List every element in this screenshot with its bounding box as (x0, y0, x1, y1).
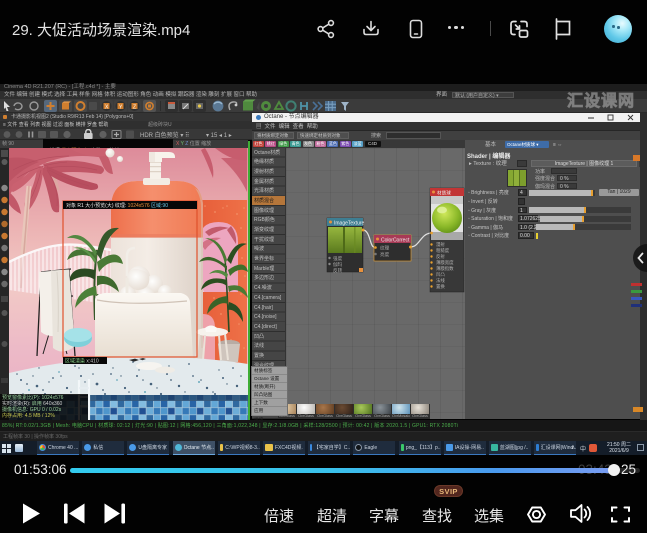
svg-text:对象 R1 大小预览(大) 纹理: 1024x576 区域:: 对象 R1 大小预览(大) 纹理: 1024x576 区域:90 (66, 202, 168, 209)
svg-text:ImageTexture: ImageTexture (334, 221, 365, 227)
svg-text:粗糙度: 粗糙度 (436, 247, 450, 254)
svg-text:置换: 置换 (436, 283, 445, 290)
svg-text:区域渲染 x:410: 区域渲染 x:410 (65, 358, 99, 365)
svg-text:伽玛: 伽玛 (333, 261, 343, 268)
svg-text:薄膜宽度: 薄膜宽度 (436, 259, 454, 266)
svg-text:薄膜指数: 薄膜指数 (436, 265, 454, 272)
svg-text:材质球: 材质球 (437, 190, 451, 197)
svg-text:反转: 反转 (333, 267, 343, 274)
svg-text:强度: 强度 (333, 255, 343, 262)
svg-text:▾ 15 ◂ 1 ▸: ▾ 15 ◂ 1 ▸ (206, 133, 232, 139)
svg-text:法线: 法线 (436, 277, 445, 284)
svg-text:亮度: 亮度 (380, 251, 390, 258)
svg-text:纹理: 纹理 (380, 245, 390, 252)
svg-text:ColorCorrect: ColorCorrect (381, 238, 410, 244)
svg-text:Z: Z (133, 105, 136, 111)
svg-text:HDR 白色预览 ▾ ⠿: HDR 白色预览 ▾ ⠿ (140, 131, 189, 139)
svg-text:漫射: 漫射 (436, 241, 445, 248)
svg-text:反射: 反射 (436, 253, 445, 260)
